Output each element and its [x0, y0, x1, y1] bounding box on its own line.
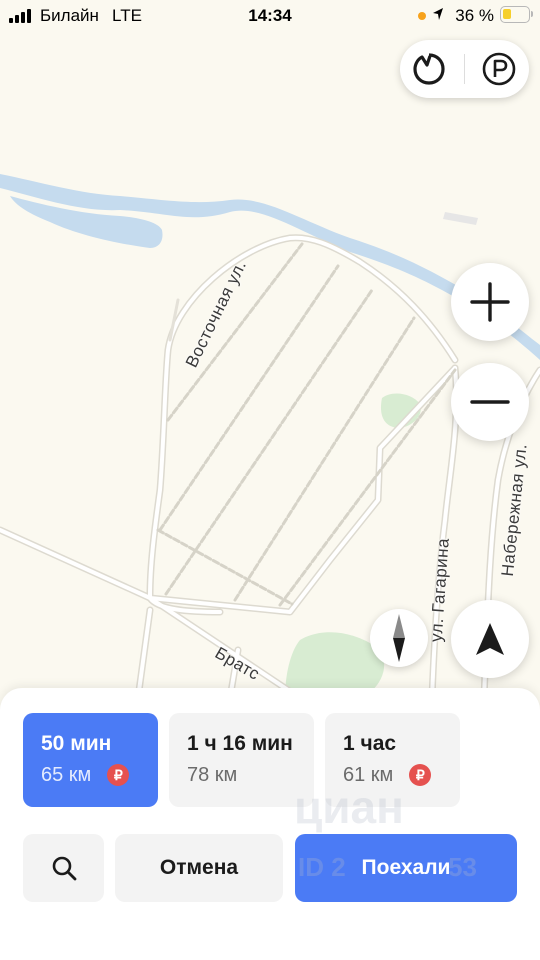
route-distance: 61 км — [343, 764, 394, 786]
route-option-3[interactable]: 1 час 61 км ₽ — [325, 713, 460, 807]
compass-icon — [393, 614, 405, 662]
status-bar: Билайн LTE 14:34 36 % — [0, 0, 540, 32]
go-button[interactable]: Поехали — [295, 834, 517, 902]
route-time: 1 ч 16 мин — [187, 732, 293, 755]
battery-icon — [500, 6, 533, 23]
minus-icon — [470, 400, 510, 404]
route-option-2[interactable]: 1 ч 16 мин 78 км — [169, 713, 314, 807]
search-icon — [52, 856, 76, 881]
plus-icon — [470, 282, 510, 322]
route-time: 50 мин — [41, 732, 112, 755]
route-option-1[interactable]: 50 мин 65 км ₽ — [23, 713, 158, 807]
map-layers-pill — [400, 40, 529, 98]
divider — [464, 54, 465, 84]
toll-ruble-icon: ₽ — [107, 764, 130, 786]
cancel-button[interactable]: Отмена — [115, 834, 283, 902]
route-distance: 78 км — [187, 764, 238, 786]
recording-dot-icon — [418, 12, 426, 20]
location-arrow-icon — [433, 8, 443, 20]
loop-button[interactable] — [409, 49, 449, 89]
compass-button[interactable] — [370, 609, 428, 667]
parking-icon — [482, 52, 516, 86]
battery-percent: 36 % — [455, 6, 494, 25]
route-sheet: 50 мин 65 км ₽ 1 ч 16 мин 78 км 1 час 61 … — [0, 688, 540, 960]
toll-ruble-icon: ₽ — [409, 764, 432, 786]
zoom-out-button[interactable] — [451, 363, 529, 441]
parking-button[interactable] — [479, 49, 519, 89]
route-distance: 65 км — [41, 764, 92, 786]
search-button[interactable] — [23, 834, 104, 902]
route-time: 1 час — [343, 732, 397, 755]
zoom-in-button[interactable] — [451, 263, 529, 341]
navigation-arrow-icon — [476, 623, 504, 655]
loop-icon — [413, 53, 445, 85]
home-indicator — [0, 949, 540, 954]
my-location-button[interactable] — [451, 600, 529, 678]
